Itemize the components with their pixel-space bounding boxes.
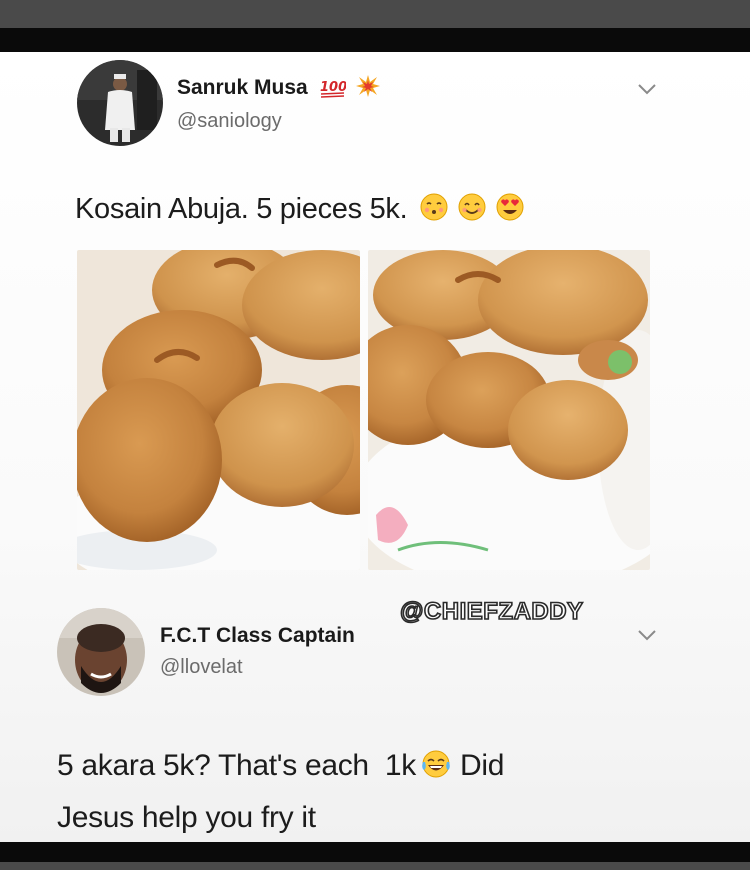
reply-author-handle[interactable]: @llovelat [160,656,243,679]
fct-avatar[interactable] [57,608,145,696]
reply-author-name[interactable]: F.C.T Class Captain [160,624,355,648]
smiling-face-icon [457,192,487,230]
bottom-black-bar [0,842,750,862]
tears-of-joy-icon [420,746,452,794]
chevron-down-icon[interactable] [636,82,658,96]
tweet-author-handle[interactable]: @saniology [177,110,282,133]
top-black-bar [0,28,750,52]
kissing-face-icon [419,192,449,230]
sanruk-avatar[interactable] [77,60,163,146]
akara-photo-left[interactable] [77,250,360,570]
hundred-points-icon: 100 [320,76,347,104]
collision-icon [355,74,381,104]
bottom-frame-bar [0,862,750,870]
chevron-down-icon[interactable] [636,628,658,642]
akara-photo-right[interactable] [368,250,650,570]
tweet-author-name[interactable]: Sanruk Musa 100 [177,74,381,104]
reply-body: 5 akara 5k? That's each 1k Did Jesus hel… [57,742,697,842]
screenshot-card: Sanruk Musa 100 @saniology Kosain Abuja.… [0,52,750,842]
top-frame-bar [0,0,750,28]
reply-line-1: 5 akara 5k? That's each 1k Did [57,742,697,794]
tweet-body: Kosain Abuja. 5 pieces 5k. [75,192,525,230]
heart-eyes-icon [495,192,525,230]
watermark: @CHIEFZADDY [399,597,584,626]
reply-line-2: Jesus help you fry it [57,801,316,834]
